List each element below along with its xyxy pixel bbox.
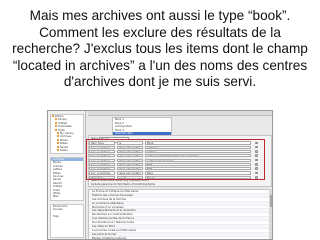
collection-tree-item[interactable]: Feeds [51,148,83,152]
condition-field-select[interactable]: Loc. in Archive [89,145,115,149]
condition-field-select[interactable]: Loc. in Archive [89,167,115,171]
folder-icon [55,118,57,121]
folder-icon [57,145,59,148]
collection-tree-label: Feeds [60,148,68,152]
tag-pane-item [51,229,83,232]
zotero-window-screenshot: Zotero Library Unfiled Duplicates Trash My Li… [47,110,273,240]
folder-icon [55,128,57,131]
remove-condition-icon[interactable] [255,158,258,162]
condition-operator-select[interactable]: does not contain [117,171,143,175]
condition-operator-select[interactable]: is [117,141,143,145]
toolbar [88,111,272,116]
condition-value-input[interactable]: Book [145,141,251,145]
saved-search-list: Archives Books Articles Letters Notes Sources… [50,157,84,201]
folder-icon [52,115,54,117]
remove-condition-icon[interactable] [255,175,258,179]
condition-operator-select[interactable]: does not contain [117,162,143,167]
items-list: Book 1 Book 2 Archival item Book 4 Selected … [112,117,172,136]
folder-icon [55,125,57,128]
remove-condition-icon[interactable] [255,141,258,145]
condition-value-input[interactable]: Archives [145,145,251,149]
search-options-row-2[interactable]: Include parent and child items of matchi… [91,183,155,187]
condition-value-input[interactable]: BnF [145,167,251,171]
remove-condition-icon[interactable] [255,163,258,166]
condition-field-select[interactable]: Item Type [89,175,115,179]
search-results-list: La France et l'Afrique au XIXe siecle His… [88,189,272,239]
folder-icon [57,138,59,141]
condition-operator-select[interactable]: does not contain [117,158,143,162]
condition-field-select[interactable]: Loc. in Archive [89,158,115,162]
left-pane: Zotero Library Unfiled Duplicates Trash My Li… [48,111,86,239]
remove-condition-icon[interactable] [255,150,258,153]
condition-operator-select[interactable]: is not [117,175,143,179]
remove-condition-icon[interactable] [255,145,258,149]
condition-value-input[interactable]: BnF [145,162,251,167]
condition-value-input[interactable]: Archive [145,149,251,154]
folder-icon [57,135,59,138]
condition-operator-select[interactable]: does not contain [117,167,143,171]
condition-operator-select[interactable]: does not contain [117,154,143,158]
condition-value-input[interactable]: archives departementales de la Somme [145,154,251,158]
condition-value-input[interactable]: Rare [145,171,251,175]
folder-icon [55,121,57,124]
folder-icon [57,131,59,134]
condition-value-input[interactable]: Thesis [145,175,251,179]
slide-caption: Mais mes archives ont aussi le type “boo… [12,8,308,89]
remove-condition-icon[interactable] [255,154,258,158]
condition-field-select[interactable]: Loc. in Archive [89,162,115,167]
tag-pane: Bookmarks Sociale Tags [50,204,84,238]
condition-field-select[interactable]: Loc. in Archive [89,149,115,154]
remove-condition-icon[interactable] [255,171,258,175]
search-condition-row: Item Type is not Thesis [89,175,261,179]
condition-operator-select[interactable]: does not contain [117,149,143,154]
results-scrollbar[interactable] [269,189,272,239]
condition-value-input[interactable]: archives municipales [145,158,251,162]
collection-tree: Zotero Library Unfiled Duplicates Trash My Li… [50,114,84,154]
remove-condition-icon[interactable] [255,167,258,170]
folder-icon [57,142,59,145]
condition-field-select[interactable]: Loc. in Archive [89,171,115,175]
condition-operator-select[interactable]: does not contain [117,145,143,149]
scrollbar-thumb[interactable] [269,195,272,207]
condition-field-select[interactable]: Item Type [89,141,115,145]
saved-search-item[interactable]: Misc [51,195,83,198]
folder-icon [57,148,59,151]
condition-field-select[interactable]: Loc. in Archive [89,154,115,158]
